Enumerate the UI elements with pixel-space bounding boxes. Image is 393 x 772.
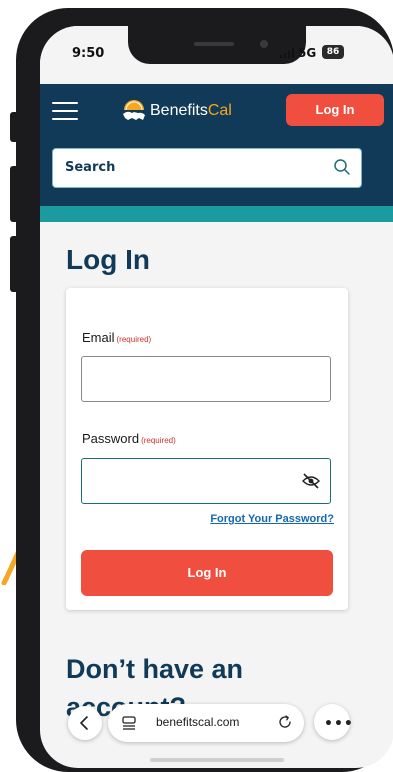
brand-name-cal: Cal <box>207 102 232 119</box>
more-options-button[interactable]: ••• <box>314 704 353 740</box>
phone-screen: 9:50 5G 86 BenefitsCal Log In Search Log… <box>40 26 393 768</box>
header-login-button[interactable]: Log In <box>286 94 384 126</box>
search-input[interactable]: Search <box>52 148 362 188</box>
phone-frame: 9:50 5G 86 BenefitsCal Log In Search Log… <box>16 8 393 772</box>
hamburger-menu-icon[interactable] <box>52 102 78 120</box>
search-label: Search <box>65 160 116 175</box>
header-accent-band <box>40 206 393 222</box>
page-menu-icon[interactable] <box>122 716 136 730</box>
browser-toolbar: benefitscal.com ••• <box>40 690 393 768</box>
password-label-text: Password <box>82 431 140 446</box>
benefitscal-logo[interactable]: BenefitsCal <box>122 99 232 123</box>
email-label: Email (required) <box>82 330 151 345</box>
reload-icon[interactable] <box>278 715 292 729</box>
password-required-marker: (required) <box>141 436 176 445</box>
brand-name: BenefitsCal <box>150 102 232 120</box>
login-submit-button[interactable]: Log In <box>81 550 333 596</box>
brand-name-benefits: Benefits <box>150 102 208 119</box>
password-field[interactable] <box>81 458 331 504</box>
front-camera <box>260 40 268 48</box>
url-text: benefitscal.com <box>156 715 240 729</box>
login-form-card: Email (required) Password (required) Forgo… <box>66 288 348 610</box>
forgot-password-link[interactable]: Forgot Your Password? <box>210 513 334 525</box>
password-label: Password (required) <box>82 431 176 446</box>
ellipsis-icon: ••• <box>324 716 354 732</box>
home-indicator[interactable] <box>150 758 284 762</box>
speaker-grille <box>194 42 234 46</box>
signal-icon <box>280 48 294 58</box>
back-button[interactable] <box>68 706 102 740</box>
address-bar[interactable]: benefitscal.com <box>108 704 304 742</box>
camera-notch <box>128 26 306 64</box>
page-title: Log In <box>66 244 150 275</box>
site-header: BenefitsCal Log In Search <box>40 84 393 206</box>
hide-password-eye-icon[interactable] <box>302 473 320 489</box>
email-required-marker: (required) <box>116 335 152 344</box>
status-time: 9:50 <box>72 46 105 61</box>
battery-icon: 86 <box>322 45 344 59</box>
chevron-left-icon <box>80 716 88 730</box>
email-field[interactable] <box>81 356 331 402</box>
email-label-text: Email <box>82 330 115 345</box>
search-icon[interactable] <box>333 158 351 176</box>
status-bar: 9:50 5G 86 <box>40 26 393 86</box>
bear-logo-icon <box>123 100 145 120</box>
network-type: 5G <box>298 46 317 60</box>
